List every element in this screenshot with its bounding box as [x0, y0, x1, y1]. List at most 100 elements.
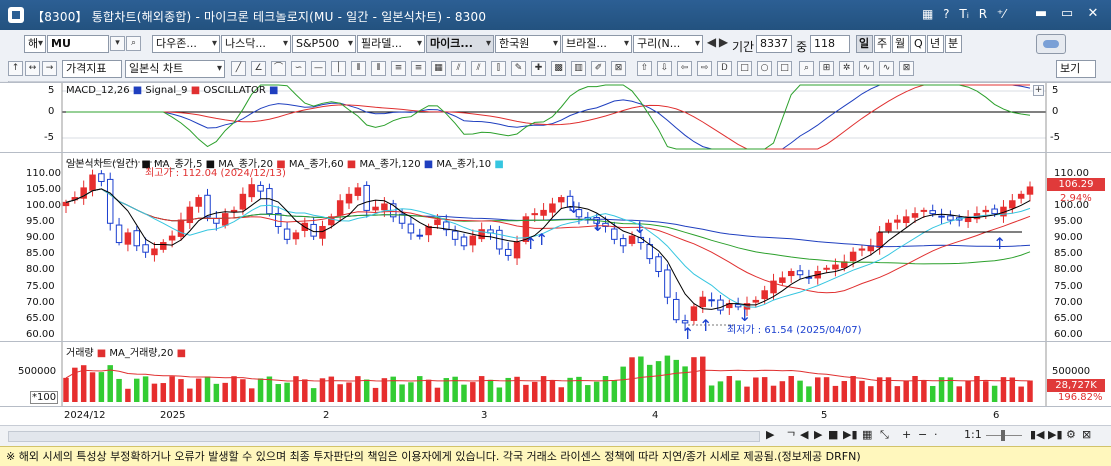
maximize-icon[interactable]: ▭	[1056, 5, 1078, 23]
wave2-icon[interactable]: ∿	[879, 61, 894, 76]
zoom-icon[interactable]: ⌕	[799, 61, 814, 76]
zoom-slider-handle[interactable]	[1001, 430, 1005, 441]
fibo-retrace-icon[interactable]: ≡	[391, 61, 406, 76]
interval-day[interactable]: 일	[856, 35, 873, 53]
volume-bar	[868, 386, 874, 402]
nav-play-icon[interactable]: ▶	[814, 428, 822, 441]
interval-month[interactable]: 월	[892, 35, 909, 53]
arrow-left-icon[interactable]: ⇦	[677, 61, 692, 76]
search-icon[interactable]: ⌕	[126, 36, 141, 51]
symbol-input[interactable]: MU	[47, 35, 109, 53]
horizontal-line-icon[interactable]: —	[311, 61, 326, 76]
volume-bar	[921, 380, 927, 402]
zoom-out-icon[interactable]: −	[918, 428, 927, 441]
color-palette-icon[interactable]: ▩	[551, 61, 566, 76]
tab-micron[interactable]: 마이크...	[426, 35, 494, 53]
curve-tool-icon[interactable]: ∽	[291, 61, 306, 76]
clear-icon[interactable]: ⊠	[899, 61, 914, 76]
panel-expand-icon[interactable]: +	[1033, 85, 1044, 96]
fraction-icon[interactable]: ⁺⁄	[997, 7, 1005, 21]
tab-phlx[interactable]: 필라델...	[357, 35, 425, 53]
zoom-in-icon[interactable]: +	[902, 428, 911, 441]
gann-fan-icon[interactable]: ⫿	[491, 61, 506, 76]
arc-tool-icon[interactable]: ⌒	[271, 61, 286, 76]
collapse-icon[interactable]: ↑	[8, 61, 23, 76]
nav-expand-icon[interactable]: ⤡	[880, 428, 889, 442]
pencil-icon[interactable]: ✎	[511, 61, 526, 76]
expand-icon[interactable]: ↔	[25, 61, 40, 76]
nav-step-icon[interactable]: ▶▮	[843, 428, 858, 441]
volume-bar	[797, 380, 803, 402]
arrow-down-icon[interactable]: ⇩	[657, 61, 672, 76]
nav-last-icon[interactable]: ▶▮	[1048, 428, 1063, 441]
rectangle-icon[interactable]: □	[737, 61, 752, 76]
arrow-up-icon[interactable]: ⇧	[637, 61, 652, 76]
help-icon[interactable]: ?	[943, 7, 949, 21]
chart-zoom-icon[interactable]: ⊞	[819, 61, 834, 76]
symbol-dropdown-icon[interactable]: ▾	[110, 36, 125, 51]
tab-dow[interactable]: 다우존...	[152, 35, 220, 53]
interval-quarter[interactable]: Q	[910, 35, 926, 53]
tabs-scroll-right-icon[interactable]: ▶	[716, 36, 731, 51]
x-label-3: 3	[481, 410, 488, 421]
delete-tool-icon[interactable]: ⊠	[611, 61, 626, 76]
vertical-line-icon[interactable]: │	[331, 61, 346, 76]
interval-minute[interactable]: 분	[945, 35, 962, 53]
candle	[151, 248, 158, 256]
tab-brazil[interactable]: 브라질...	[562, 35, 632, 53]
volume-bar	[443, 378, 450, 402]
arrow-right-tool-icon[interactable]: ⇨	[697, 61, 712, 76]
close-icon[interactable]: ✕	[1082, 5, 1104, 23]
signal-arrows: ↑↑↓↓ ↓↑ ↑↓↑	[524, 198, 1006, 341]
nav-first-icon[interactable]: ▮◀	[1030, 428, 1045, 441]
fibo-fan-icon[interactable]: ≡	[411, 61, 426, 76]
text-icon[interactable]: Tᵢ	[959, 7, 968, 21]
chart-type-select[interactable]: 일본식 차트	[125, 60, 225, 78]
tab-nasdaq[interactable]: 나스닥...	[221, 35, 291, 53]
angle-tool-icon[interactable]: ∠	[251, 61, 266, 76]
market-select[interactable]: 해	[24, 35, 46, 53]
candle	[779, 277, 786, 283]
zoom-ratio[interactable]: 1:1	[964, 428, 982, 441]
indicator-button[interactable]: 가격지표	[62, 60, 122, 78]
zoom-reset-icon[interactable]: ·	[934, 428, 938, 441]
minimize-icon[interactable]: ▬	[1030, 5, 1052, 23]
nav-stop-icon[interactable]: ■	[828, 428, 838, 441]
cross-tool-icon[interactable]: ✚	[531, 61, 546, 76]
nav-grid-icon[interactable]: ▦	[862, 428, 872, 441]
tab-krw[interactable]: 한국원	[495, 35, 561, 53]
candle	[115, 224, 123, 244]
view-button[interactable]: 보기	[1056, 60, 1096, 78]
grid-tool-icon[interactable]: ▦	[431, 61, 446, 76]
circle-icon[interactable]: ○	[757, 61, 772, 76]
interval-year[interactable]: 년	[927, 35, 944, 53]
refresh-icon[interactable]: R	[979, 7, 987, 21]
scroll-right-icon[interactable]: ▶	[766, 428, 774, 441]
channel-icon[interactable]: ⫽	[451, 61, 466, 76]
square-icon[interactable]: □	[777, 61, 792, 76]
interval-week[interactable]: 주	[874, 35, 891, 53]
cloud-button[interactable]	[1036, 34, 1066, 54]
fibo-time-icon[interactable]: ⦀	[371, 61, 386, 76]
grid-icon[interactable]: ▦	[922, 7, 933, 21]
nav-clear-icon[interactable]: ⊠	[1082, 428, 1091, 441]
tab-copper[interactable]: 구리(N...	[633, 35, 703, 53]
count-input[interactable]: 118	[810, 35, 850, 53]
nav-settings-icon[interactable]: ⚙	[1066, 428, 1076, 441]
arrow-right-icon[interactable]: →	[42, 61, 57, 76]
text-tool-icon[interactable]: Ꭰ	[717, 61, 732, 76]
edit-icon[interactable]: ✐	[591, 61, 606, 76]
line-tool-icon[interactable]: ╱	[231, 61, 246, 76]
tab-sp500[interactable]: S&P500	[292, 35, 356, 53]
wave-icon[interactable]: ∿	[859, 61, 874, 76]
chart-scrollbar[interactable]	[8, 431, 760, 442]
nav-prev-icon[interactable]: ◀	[800, 428, 808, 441]
period-input[interactable]: 8337	[756, 35, 792, 53]
nav-back-icon[interactable]: ᄀ	[786, 428, 796, 444]
parallel-icon[interactable]: ⫽	[471, 61, 486, 76]
volume-bar	[602, 376, 609, 402]
fill-icon[interactable]: ▥	[571, 61, 586, 76]
pattern-icon[interactable]: ✲	[839, 61, 854, 76]
cycle-line-icon[interactable]: ⦀	[351, 61, 366, 76]
candle	[920, 209, 928, 212]
